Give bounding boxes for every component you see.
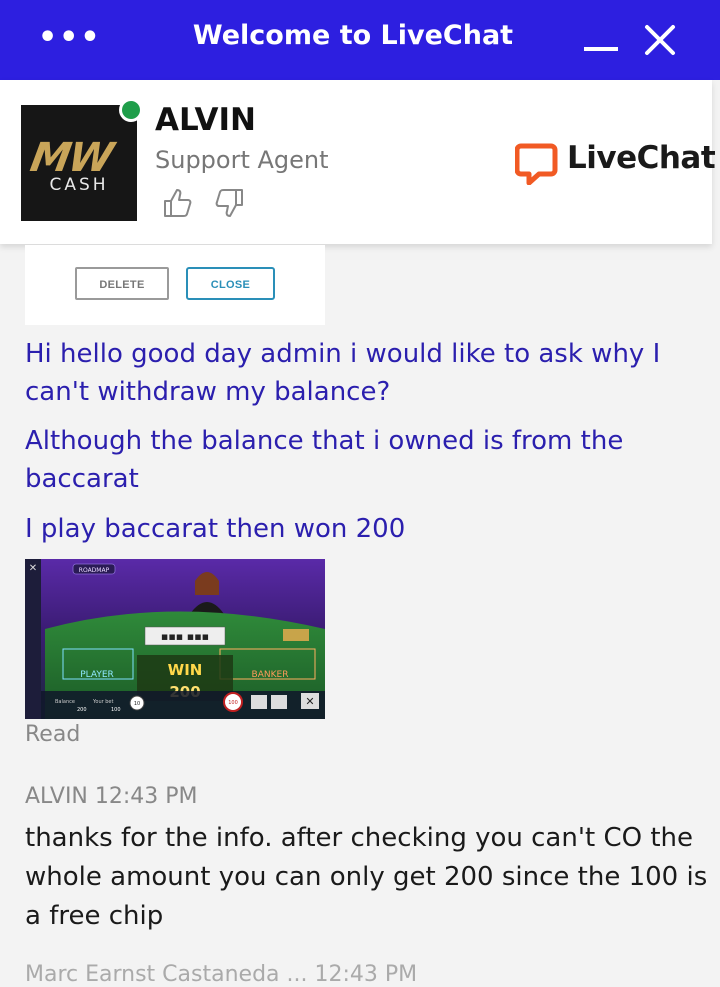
thumbs-up-icon[interactable] bbox=[161, 186, 195, 220]
delete-button[interactable]: DELETE bbox=[75, 267, 169, 300]
agent-name: ALVIN bbox=[155, 102, 256, 138]
agent-role: Support Agent bbox=[155, 146, 329, 174]
svg-text:✕: ✕ bbox=[305, 695, 314, 708]
agent-message-meta: ALVIN 12:43 PM bbox=[25, 784, 198, 809]
player-label: PLAYER bbox=[80, 670, 114, 680]
balance-label: Balance bbox=[55, 699, 75, 705]
visitor-message: I play baccarat then won 200 bbox=[25, 514, 406, 544]
roadmap-label: ROADMAP bbox=[79, 567, 110, 574]
balance-value: 200 bbox=[77, 707, 87, 713]
bet-value: 100 bbox=[111, 707, 121, 713]
livechat-bubble-icon bbox=[514, 143, 558, 186]
livechat-logo: LiveChat bbox=[514, 140, 716, 189]
agent-card: MW CASH ALVIN Support Agent LiveChat bbox=[0, 80, 716, 244]
attached-image[interactable]: ✕ ROADMAP ▪▪▪ ▪▪▪ PLAYER BANKER WIN 200 … bbox=[25, 559, 325, 719]
avatar-sub-text: CASH bbox=[49, 175, 109, 195]
banker-label: BANKER bbox=[252, 670, 289, 680]
chip-value: 10 bbox=[134, 701, 140, 707]
win-label: WIN bbox=[168, 661, 203, 679]
next-message-meta: Marc Earnst Castaneda ... 12:43 PM bbox=[25, 962, 418, 987]
minimize-button[interactable] bbox=[584, 47, 618, 51]
svg-text:▪▪▪ ▪▪▪: ▪▪▪ ▪▪▪ bbox=[161, 630, 209, 643]
chat-header: ••• Welcome to LiveChat bbox=[0, 0, 720, 80]
chip-value: 100 bbox=[228, 700, 238, 706]
read-receipt: Read bbox=[25, 722, 81, 747]
close-form-button[interactable]: CLOSE bbox=[186, 267, 275, 300]
livechat-logo-text: LiveChat bbox=[567, 140, 716, 176]
visitor-message: Although the balance that i owned is fro… bbox=[25, 426, 624, 494]
visitor-message: Hi hello good day admin i would like to … bbox=[25, 339, 661, 407]
your-bet-label: Your bet bbox=[92, 699, 114, 705]
online-status-dot bbox=[119, 98, 143, 122]
agent-message: thanks for the info. after checking you … bbox=[25, 823, 708, 931]
avatar: MW CASH bbox=[21, 105, 137, 221]
thumbs-down-icon[interactable] bbox=[212, 186, 246, 220]
baccarat-screenshot: ✕ ROADMAP ▪▪▪ ▪▪▪ PLAYER BANKER WIN 200 … bbox=[25, 559, 325, 719]
svg-text:✕: ✕ bbox=[29, 563, 37, 574]
close-icon[interactable] bbox=[644, 24, 676, 56]
form-buttons-panel: DELETE CLOSE bbox=[25, 245, 325, 325]
